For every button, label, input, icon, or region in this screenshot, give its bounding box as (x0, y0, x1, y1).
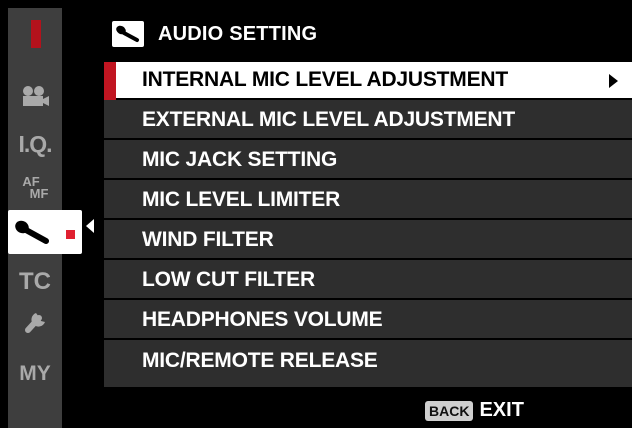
menu-item-internal-mic-level[interactable]: INTERNAL MIC LEVEL ADJUSTMENT (104, 62, 632, 100)
menu-item-label: MIC JACK SETTING (142, 148, 338, 171)
movie-camera-icon (23, 86, 49, 106)
tab-pointer-icon (86, 219, 94, 233)
tab-image-quality[interactable]: I.Q. (8, 124, 62, 164)
microphone-icon (15, 220, 49, 244)
microphone-icon (112, 21, 144, 47)
menu-item-mic-level-limiter[interactable]: MIC LEVEL LIMITER (104, 182, 632, 220)
menu-header: AUDIO SETTING (104, 8, 317, 60)
menu-item-label: INTERNAL MIC LEVEL ADJUSTMENT (142, 68, 508, 91)
back-key-badge[interactable]: BACK (425, 400, 474, 421)
menu-item-external-mic-level[interactable]: EXTERNAL MIC LEVEL ADJUSTMENT (104, 102, 632, 140)
menu-item-label: EXTERNAL MIC LEVEL ADJUSTMENT (142, 108, 516, 131)
tab-af-mf[interactable]: AF MF (8, 168, 62, 208)
audio-setting-menu-list: INTERNAL MIC LEVEL ADJUSTMENT EXTERNAL M… (104, 62, 632, 387)
tab-tc-label: TC (19, 268, 51, 295)
exit-label: EXIT (479, 399, 524, 421)
wrench-icon (25, 313, 45, 333)
menu-item-wind-filter[interactable]: WIND FILTER (104, 222, 632, 260)
menu-item-label: MIC LEVEL LIMITER (142, 188, 341, 211)
menu-item-label: HEADPHONES VOLUME (142, 308, 383, 331)
footer-hint: BACK EXIT (425, 399, 524, 422)
menu-item-headphones-volume[interactable]: HEADPHONES VOLUME (104, 302, 632, 340)
red-position-marker (31, 20, 41, 48)
tab-my-label: MY (19, 362, 51, 385)
tab-my-menu[interactable]: MY (8, 354, 62, 394)
menu-tab-column: I.Q. AF MF TC MY (8, 8, 82, 428)
active-tab-indicator (66, 230, 75, 239)
page-title: AUDIO SETTING (158, 22, 318, 45)
menu-item-low-cut-filter[interactable]: LOW CUT FILTER (104, 262, 632, 300)
tab-mf-label: MF (29, 186, 49, 201)
tab-movie[interactable] (8, 76, 62, 116)
tab-setup[interactable] (8, 302, 62, 342)
menu-item-mic-remote-release[interactable]: MIC/REMOTE RELEASE (104, 342, 632, 380)
menu-item-label: WIND FILTER (142, 228, 274, 251)
tab-iq-label: I.Q. (18, 130, 52, 157)
menu-item-label: LOW CUT FILTER (142, 268, 315, 291)
tab-timecode[interactable]: TC (8, 262, 62, 302)
camera-menu-screen: I.Q. AF MF TC MY AUDIO SETTING INTERNAL … (0, 0, 632, 428)
selection-bar (104, 62, 116, 100)
menu-item-mic-jack-setting[interactable]: MIC JACK SETTING (104, 142, 632, 180)
submenu-arrow-icon (609, 74, 618, 88)
menu-item-label: MIC/REMOTE RELEASE (142, 349, 378, 372)
